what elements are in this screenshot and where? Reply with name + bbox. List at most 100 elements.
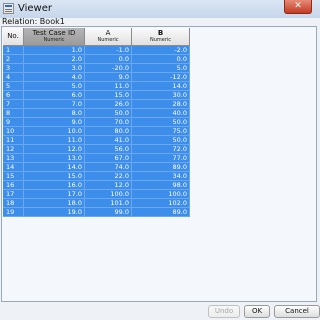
row-number-cell[interactable]: 16 xyxy=(3,181,24,190)
row-number-cell[interactable]: 3 xyxy=(3,64,24,73)
test-case-id-cell[interactable]: 7.0 xyxy=(24,100,85,109)
test-case-id-cell[interactable]: 9.0 xyxy=(24,118,85,127)
b-value-cell[interactable]: -12.0 xyxy=(132,73,190,82)
cancel-button[interactable]: Cancel xyxy=(274,305,320,318)
b-value-cell[interactable]: 100.0 xyxy=(132,190,190,199)
a-value-cell[interactable]: 99.0 xyxy=(85,208,132,217)
close-button[interactable]: ✕ xyxy=(284,0,312,14)
table-row[interactable]: 2 2.0 0.0 0.0 xyxy=(3,55,190,64)
b-value-cell[interactable]: -2.0 xyxy=(132,46,190,55)
undo-button[interactable]: Undo xyxy=(208,305,240,318)
a-value-cell[interactable]: 12.0 xyxy=(85,181,132,190)
a-value-cell[interactable]: -20.0 xyxy=(85,64,132,73)
test-case-id-cell[interactable]: 13.0 xyxy=(24,154,85,163)
b-value-cell[interactable]: 77.0 xyxy=(132,154,190,163)
b-value-cell[interactable]: 50.0 xyxy=(132,136,190,145)
row-number-cell[interactable]: 4 xyxy=(3,73,24,82)
b-value-cell[interactable]: 75.0 xyxy=(132,127,190,136)
table-row[interactable]: 6 6.0 15.0 30.0 xyxy=(3,91,190,100)
b-value-cell[interactable]: 89.0 xyxy=(132,208,190,217)
test-case-id-cell[interactable]: 16.0 xyxy=(24,181,85,190)
a-value-cell[interactable]: 100.0 xyxy=(85,190,132,199)
a-value-cell[interactable]: 0.0 xyxy=(85,55,132,64)
a-value-cell[interactable]: 50.0 xyxy=(85,109,132,118)
test-case-id-cell[interactable]: 10.0 xyxy=(24,127,85,136)
row-number-cell[interactable]: 8 xyxy=(3,109,24,118)
b-value-cell[interactable]: 14.0 xyxy=(132,82,190,91)
row-number-cell[interactable]: 12 xyxy=(3,145,24,154)
test-case-id-cell[interactable]: 3.0 xyxy=(24,64,85,73)
table-row[interactable]: 10 10.0 80.0 75.0 xyxy=(3,127,190,136)
row-number-cell[interactable]: 9 xyxy=(3,118,24,127)
column-header-a[interactable]: A Numeric xyxy=(85,28,132,46)
a-value-cell[interactable]: 101.0 xyxy=(85,199,132,208)
table-row[interactable]: 18 18.0 101.0 102.0 xyxy=(3,199,190,208)
row-number-cell[interactable]: 13 xyxy=(3,154,24,163)
column-header-test-case-id[interactable]: Test Case ID Numeric xyxy=(24,28,85,46)
table-row[interactable]: 13 13.0 67.0 77.0 xyxy=(3,154,190,163)
a-value-cell[interactable]: 67.0 xyxy=(85,154,132,163)
row-number-cell[interactable]: 2 xyxy=(3,55,24,64)
row-number-cell[interactable]: 5 xyxy=(3,82,24,91)
a-value-cell[interactable]: 11.0 xyxy=(85,82,132,91)
test-case-id-cell[interactable]: 17.0 xyxy=(24,190,85,199)
column-header-b[interactable]: B Numeric xyxy=(132,28,190,46)
table-row[interactable]: 15 15.0 22.0 34.0 xyxy=(3,172,190,181)
row-number-cell[interactable]: 15 xyxy=(3,172,24,181)
test-case-id-cell[interactable]: 15.0 xyxy=(24,172,85,181)
row-number-cell[interactable]: 14 xyxy=(3,163,24,172)
table-row[interactable]: 9 9.0 70.0 50.0 xyxy=(3,118,190,127)
b-value-cell[interactable]: 89.0 xyxy=(132,163,190,172)
test-case-id-cell[interactable]: 11.0 xyxy=(24,136,85,145)
column-header-no[interactable]: No. xyxy=(3,28,24,46)
test-case-id-cell[interactable]: 6.0 xyxy=(24,91,85,100)
test-case-id-cell[interactable]: 19.0 xyxy=(24,208,85,217)
test-case-id-cell[interactable]: 5.0 xyxy=(24,82,85,91)
row-number-cell[interactable]: 11 xyxy=(3,136,24,145)
table-row[interactable]: 1 1.0 -1.0 -2.0 xyxy=(3,46,190,55)
a-value-cell[interactable]: 70.0 xyxy=(85,118,132,127)
a-value-cell[interactable]: 9.0 xyxy=(85,73,132,82)
test-case-id-cell[interactable]: 14.0 xyxy=(24,163,85,172)
test-case-id-cell[interactable]: 4.0 xyxy=(24,73,85,82)
b-value-cell[interactable]: 30.0 xyxy=(132,91,190,100)
a-value-cell[interactable]: 41.0 xyxy=(85,136,132,145)
ok-button[interactable]: OK xyxy=(244,305,270,318)
b-value-cell[interactable]: 98.0 xyxy=(132,181,190,190)
table-row[interactable]: 11 11.0 41.0 50.0 xyxy=(3,136,190,145)
a-value-cell[interactable]: 26.0 xyxy=(85,100,132,109)
table-row[interactable]: 4 4.0 9.0 -12.0 xyxy=(3,73,190,82)
row-number-cell[interactable]: 17 xyxy=(3,190,24,199)
table-row[interactable]: 12 12.0 56.0 72.0 xyxy=(3,145,190,154)
a-value-cell[interactable]: 74.0 xyxy=(85,163,132,172)
test-case-id-cell[interactable]: 2.0 xyxy=(24,55,85,64)
b-value-cell[interactable]: 50.0 xyxy=(132,118,190,127)
test-case-id-cell[interactable]: 18.0 xyxy=(24,199,85,208)
table-row[interactable]: 7 7.0 26.0 28.0 xyxy=(3,100,190,109)
table-row[interactable]: 16 16.0 12.0 98.0 xyxy=(3,181,190,190)
b-value-cell[interactable]: 0.0 xyxy=(132,55,190,64)
row-number-cell[interactable]: 18 xyxy=(3,199,24,208)
a-value-cell[interactable]: 22.0 xyxy=(85,172,132,181)
row-number-cell[interactable]: 10 xyxy=(3,127,24,136)
table-row[interactable]: 5 5.0 11.0 14.0 xyxy=(3,82,190,91)
table-row[interactable]: 17 17.0 100.0 100.0 xyxy=(3,190,190,199)
b-value-cell[interactable]: 34.0 xyxy=(132,172,190,181)
a-value-cell[interactable]: 80.0 xyxy=(85,127,132,136)
a-value-cell[interactable]: 56.0 xyxy=(85,145,132,154)
table-row[interactable]: 3 3.0 -20.0 5.0 xyxy=(3,64,190,73)
b-value-cell[interactable]: 72.0 xyxy=(132,145,190,154)
table-row[interactable]: 14 14.0 74.0 89.0 xyxy=(3,163,190,172)
row-number-cell[interactable]: 6 xyxy=(3,91,24,100)
table-row[interactable]: 8 8.0 50.0 40.0 xyxy=(3,109,190,118)
test-case-id-cell[interactable]: 12.0 xyxy=(24,145,85,154)
row-number-cell[interactable]: 7 xyxy=(3,100,24,109)
a-value-cell[interactable]: -1.0 xyxy=(85,46,132,55)
b-value-cell[interactable]: 28.0 xyxy=(132,100,190,109)
row-number-cell[interactable]: 1 xyxy=(3,46,24,55)
row-number-cell[interactable]: 19 xyxy=(3,208,24,217)
table-row[interactable]: 19 19.0 99.0 89.0 xyxy=(3,208,190,217)
test-case-id-cell[interactable]: 8.0 xyxy=(24,109,85,118)
b-value-cell[interactable]: 5.0 xyxy=(132,64,190,73)
test-case-id-cell[interactable]: 1.0 xyxy=(24,46,85,55)
